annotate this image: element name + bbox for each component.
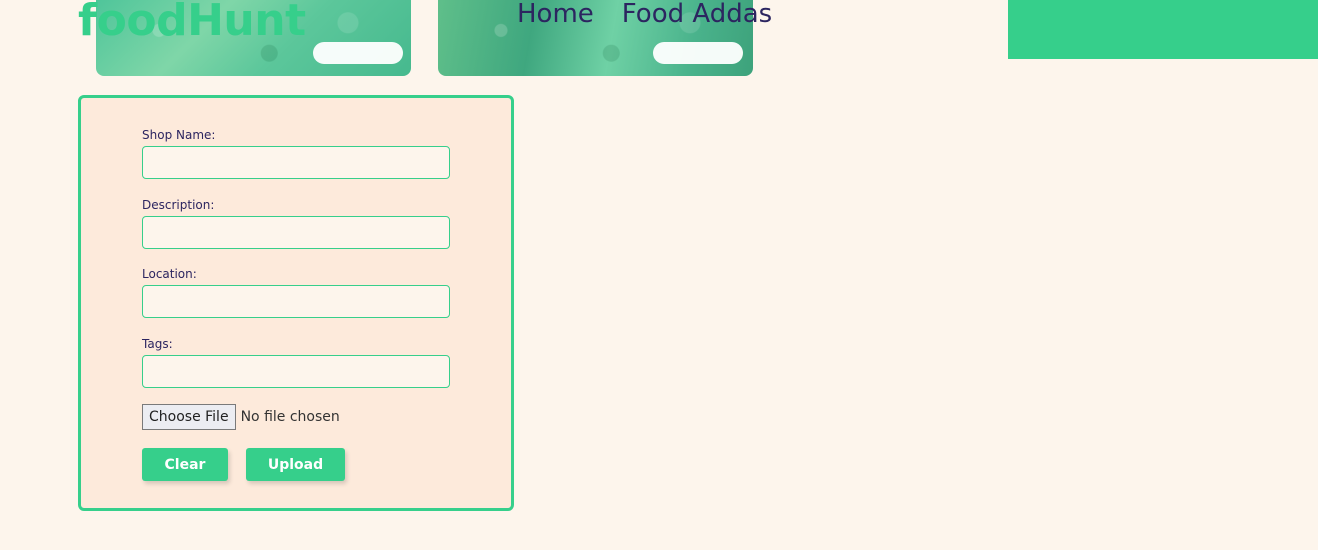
description-input[interactable] [142, 216, 450, 249]
description-label: Description: [142, 198, 215, 212]
clear-button[interactable]: Clear [142, 448, 228, 481]
header-accent-block [1008, 0, 1318, 59]
nav-food-addas-link[interactable]: Food Addas [622, 0, 772, 32]
page: foodHunt Home Food Addas Shop Name: Desc… [0, 0, 1318, 550]
choose-file-button[interactable]: Choose File [142, 404, 236, 430]
location-field: Location: [142, 267, 450, 318]
description-field: Description: [142, 198, 450, 249]
card-badge [653, 42, 743, 64]
shop-name-input[interactable] [142, 146, 450, 179]
main-nav: Home Food Addas [517, 0, 772, 32]
tags-input[interactable] [142, 355, 450, 388]
shop-name-field: Shop Name: [142, 128, 450, 179]
upload-button[interactable]: Upload [246, 448, 345, 481]
file-status-text: No file chosen [240, 409, 340, 425]
brand-logo[interactable]: foodHunt [78, 0, 306, 50]
location-label: Location: [142, 267, 197, 281]
shop-name-label: Shop Name: [142, 128, 216, 142]
location-input[interactable] [142, 285, 450, 318]
nav-home-link[interactable]: Home [517, 0, 594, 32]
file-upload-row: Choose File No file chosen [142, 404, 340, 430]
add-shop-form: Shop Name: Description: Location: Tags: … [78, 95, 514, 511]
card-badge [313, 42, 403, 64]
form-actions: Clear Upload [142, 448, 345, 481]
tags-field: Tags: [142, 337, 450, 388]
tags-label: Tags: [142, 337, 173, 351]
